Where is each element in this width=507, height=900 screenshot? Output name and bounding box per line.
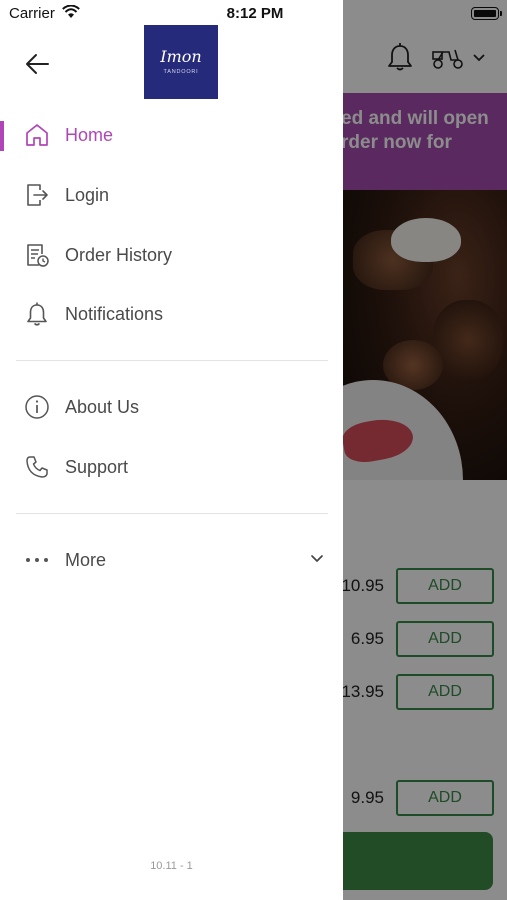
menu-item-support[interactable]: Support bbox=[0, 439, 343, 495]
bell-icon bbox=[27, 302, 47, 326]
status-bar: Carrier 8:12 PM bbox=[0, 0, 343, 28]
menu-item-notifications[interactable]: Notifications bbox=[0, 286, 343, 342]
order-history-icon bbox=[27, 244, 49, 267]
back-arrow-icon[interactable] bbox=[22, 50, 54, 78]
login-icon bbox=[27, 184, 48, 206]
menu-item-label: Notifications bbox=[65, 304, 164, 324]
chevron-down-icon[interactable] bbox=[310, 554, 324, 564]
logo-text: Imon bbox=[160, 47, 202, 66]
menu-item-label: Home bbox=[65, 125, 114, 145]
home-icon bbox=[26, 124, 48, 146]
wifi-icon bbox=[62, 5, 80, 18]
menu-item-label: Support bbox=[65, 457, 129, 477]
phone-icon bbox=[26, 456, 48, 478]
app-version: 10.11 - 1 bbox=[150, 860, 193, 872]
restaurant-logo: Imon TANDOORI bbox=[144, 25, 218, 99]
menu-divider bbox=[16, 360, 328, 361]
menu-item-login[interactable]: Login bbox=[0, 167, 343, 223]
more-dots-icon bbox=[26, 558, 48, 562]
info-icon bbox=[25, 395, 49, 419]
menu-item-label: About Us bbox=[65, 397, 140, 417]
menu-item-home[interactable]: Home bbox=[0, 107, 343, 163]
menu-item-label: Login bbox=[65, 185, 110, 205]
menu-item-label: Order History bbox=[65, 245, 173, 265]
menu-item-order-history[interactable]: Order History bbox=[0, 227, 343, 283]
menu-item-about-us[interactable]: About Us bbox=[0, 379, 343, 435]
clock: 8:12 PM bbox=[226, 5, 284, 22]
carrier-label: Carrier bbox=[9, 5, 55, 22]
active-indicator bbox=[0, 121, 4, 151]
menu-divider bbox=[16, 513, 328, 514]
logo-subtext: TANDOORI bbox=[163, 69, 199, 75]
menu-item-more[interactable]: More bbox=[0, 532, 343, 588]
side-drawer: Carrier 8:12 PM Imon TANDOORI Home Login bbox=[0, 0, 343, 900]
menu-item-label: More bbox=[65, 550, 107, 570]
